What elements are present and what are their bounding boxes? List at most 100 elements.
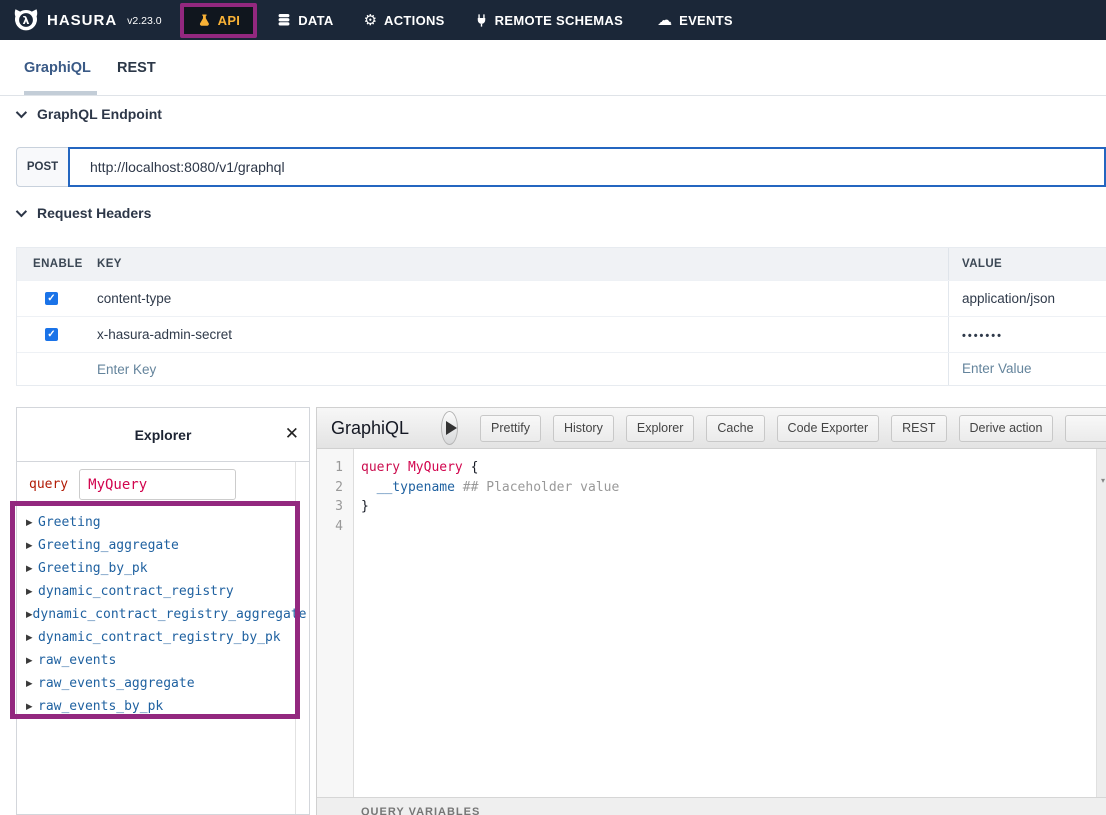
endpoint-row: POST bbox=[16, 147, 1106, 187]
gears-icon: ⚙ bbox=[364, 13, 377, 28]
query-name-row: query bbox=[29, 469, 236, 500]
explorer-field-raw_events_aggregate[interactable]: ▶raw_events_aggregate bbox=[17, 672, 295, 695]
expand-arrow-icon[interactable]: ▶ bbox=[26, 586, 38, 597]
chevron-down-icon bbox=[16, 206, 27, 217]
svg-text:λ: λ bbox=[23, 14, 30, 27]
tab-graphiql[interactable]: GraphiQL bbox=[24, 40, 91, 95]
table-header-row: ENABLE KEY VALUE bbox=[17, 248, 1106, 280]
toolbar-button-history[interactable]: History bbox=[553, 415, 614, 442]
version-label: v2.23.0 bbox=[127, 15, 161, 27]
chevron-down-icon bbox=[16, 107, 27, 118]
enable-checkbox[interactable]: ✓ bbox=[45, 328, 58, 341]
query-variables-bar[interactable]: QUERY VARIABLES bbox=[317, 797, 1106, 815]
explorer-field-dynamic_contract_registry_by_pk[interactable]: ▶dynamic_contract_registry_by_pk bbox=[17, 626, 295, 649]
code-line: __typename ## Placeholder value bbox=[361, 478, 619, 498]
expand-arrow-icon[interactable]: ▶ bbox=[26, 632, 38, 643]
new-header-row bbox=[17, 352, 1106, 385]
graphiql-title: GraphiQL bbox=[331, 418, 409, 439]
explorer-panel: Explorer ✕ query ▶Greeting▶Greeting_aggr… bbox=[16, 407, 310, 815]
explorer-field-dynamic_contract_registry[interactable]: ▶dynamic_contract_registry bbox=[17, 580, 295, 603]
http-method-badge: POST bbox=[16, 147, 68, 187]
expand-arrow-icon[interactable]: ▶ bbox=[26, 517, 38, 528]
toolbar-buttons: Prettify History Explorer Cache Code Exporte… bbox=[480, 415, 1106, 442]
tab-rest[interactable]: REST bbox=[117, 40, 156, 95]
endpoint-section-header[interactable]: GraphQL Endpoint bbox=[16, 106, 162, 122]
code-line bbox=[361, 517, 619, 537]
execute-query-button[interactable] bbox=[441, 411, 458, 445]
explorer-field-dynamic_contract_registry_aggregate[interactable]: ▶dynamic_contract_registry_aggregate bbox=[17, 603, 295, 626]
database-icon bbox=[277, 13, 291, 27]
cloud-icon: ☁ bbox=[657, 13, 672, 28]
query-variables-label[interactable]: QUERY VARIABLES bbox=[361, 806, 1106, 815]
tab-bar: GraphiQL REST bbox=[0, 40, 1106, 96]
query-editor[interactable]: 1234 query MyQuery { __typename ## Place… bbox=[317, 449, 1096, 797]
close-icon[interactable]: ✕ bbox=[285, 424, 299, 444]
explorer-field-greeting[interactable]: ▶Greeting bbox=[17, 511, 295, 534]
flask-icon bbox=[197, 13, 211, 28]
header-key: x-hasura-admin-secret bbox=[97, 327, 232, 342]
explorer-field-greeting_by_pk[interactable]: ▶Greeting_by_pk bbox=[17, 557, 295, 580]
hasura-console-screen: λ HASURA v2.23.0 API DATA ⚙ACTIONS REMOTE S… bbox=[0, 0, 1106, 815]
header-table-row: ✓ content-type application/json bbox=[17, 280, 1106, 316]
toolbar-button-explorer[interactable]: Explorer bbox=[626, 415, 695, 442]
line-number: 2 bbox=[317, 478, 353, 498]
header-value: ••••••• bbox=[962, 330, 1003, 342]
request-headers-section-header[interactable]: Request Headers bbox=[16, 205, 151, 221]
new-header-value-input[interactable] bbox=[962, 361, 1099, 376]
line-number: 3 bbox=[317, 497, 353, 517]
toolbar-button-code-exporter[interactable]: Code Exporter bbox=[777, 415, 880, 442]
expand-arrow-icon[interactable]: ▶ bbox=[26, 540, 38, 551]
graphiql-toolbar: GraphiQL Prettify History Explorer Cache Cod… bbox=[317, 408, 1106, 449]
request-headers-table: ENABLE KEY VALUE ✓ content-type applicatio… bbox=[16, 247, 1106, 386]
toolbar-button-rest[interactable]: REST bbox=[891, 415, 946, 442]
line-number-gutter: 1234 bbox=[317, 449, 354, 797]
expand-arrow-icon[interactable]: ▶ bbox=[26, 655, 38, 666]
graphiql-pane: GraphiQL Prettify History Explorer Cache Cod… bbox=[316, 407, 1106, 815]
plug-icon bbox=[475, 13, 488, 28]
explorer-scroll-divider bbox=[295, 462, 296, 814]
nav-item-data[interactable]: DATA bbox=[277, 13, 333, 28]
query-name-input[interactable] bbox=[79, 469, 236, 500]
navbar-items: API DATA ⚙ACTIONS REMOTE SCHEMAS ☁EVENTS bbox=[180, 0, 733, 40]
toolbar-button-derive-action[interactable]: Derive action bbox=[959, 415, 1054, 442]
hasura-logo-icon: λ bbox=[13, 7, 39, 33]
top-navbar: λ HASURA v2.23.0 API DATA ⚙ACTIONS REMOTE S… bbox=[0, 0, 1106, 40]
nav-item-actions[interactable]: ⚙ACTIONS bbox=[364, 13, 445, 28]
scroll-indicator-icon: ▾ bbox=[1101, 477, 1105, 485]
request-headers-section-title: Request Headers bbox=[37, 205, 151, 221]
expand-arrow-icon[interactable]: ▶ bbox=[26, 563, 38, 574]
nav-item-remote-schemas[interactable]: REMOTE SCHEMAS bbox=[475, 13, 623, 28]
endpoint-section-title: GraphQL Endpoint bbox=[37, 106, 162, 122]
header-key: content-type bbox=[97, 291, 171, 306]
column-value: VALUE bbox=[949, 258, 1106, 270]
toolbar-button-prettify[interactable]: Prettify bbox=[480, 415, 541, 442]
toolbar-button-cache[interactable]: Cache bbox=[706, 415, 764, 442]
explorer-header: Explorer ✕ bbox=[17, 408, 309, 462]
explorer-field-list: ▶Greeting▶Greeting_aggregate▶Greeting_by… bbox=[17, 504, 295, 718]
code-line: } bbox=[361, 497, 619, 517]
code-line: query MyQuery { bbox=[361, 458, 619, 478]
expand-arrow-icon[interactable]: ▶ bbox=[26, 678, 38, 689]
explorer-field-greeting_aggregate[interactable]: ▶Greeting_aggregate bbox=[17, 534, 295, 557]
play-icon bbox=[446, 421, 457, 435]
query-keyword-label: query bbox=[29, 477, 68, 492]
explorer-field-raw_events[interactable]: ▶raw_events bbox=[17, 649, 295, 672]
brand-name: HASURA bbox=[47, 12, 117, 29]
new-header-key-input[interactable] bbox=[97, 362, 905, 377]
line-number: 4 bbox=[317, 517, 353, 537]
nav-item-events[interactable]: ☁EVENTS bbox=[657, 13, 733, 28]
toolbar-partial-button[interactable] bbox=[1065, 415, 1106, 442]
graphql-endpoint-input[interactable] bbox=[68, 147, 1106, 187]
explorer-title: Explorer bbox=[135, 427, 192, 443]
code-area[interactable]: query MyQuery { __typename ## Placeholde… bbox=[354, 449, 619, 797]
active-tab-underline bbox=[24, 91, 97, 95]
enable-checkbox[interactable]: ✓ bbox=[45, 292, 58, 305]
header-value: application/json bbox=[962, 291, 1055, 306]
explorer-field-raw_events_by_pk[interactable]: ▶raw_events_by_pk bbox=[17, 695, 295, 718]
editor-scrollbar[interactable]: ▾ bbox=[1096, 449, 1106, 797]
header-table-row: ✓ x-hasura-admin-secret ••••••• bbox=[17, 316, 1106, 352]
column-enable: ENABLE bbox=[17, 258, 81, 270]
expand-arrow-icon[interactable]: ▶ bbox=[26, 701, 38, 712]
nav-item-api[interactable]: API bbox=[184, 7, 254, 34]
column-key: KEY bbox=[81, 248, 949, 280]
